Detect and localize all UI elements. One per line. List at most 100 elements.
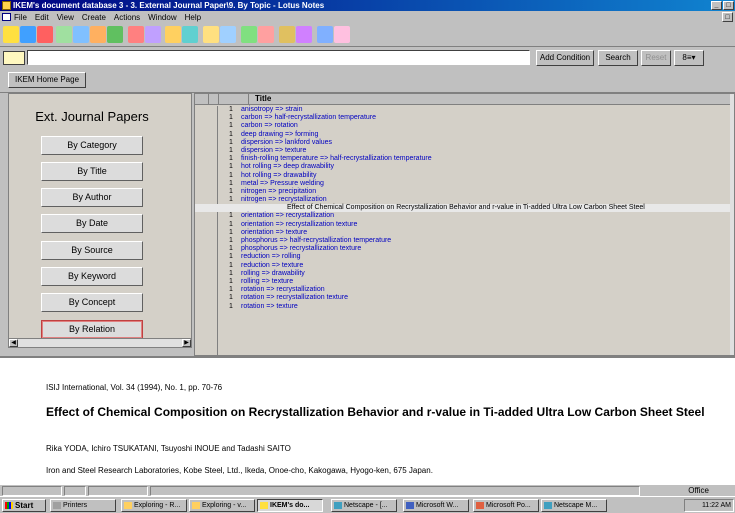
- pencil-icon[interactable]: [128, 26, 144, 43]
- row-title[interactable]: hot rolling => deep drawability: [241, 163, 334, 171]
- view-row[interactable]: 1 hot rolling => drawability: [195, 172, 734, 180]
- row-title[interactable]: reduction => rolling: [241, 253, 301, 261]
- column-title[interactable]: Title: [255, 94, 271, 104]
- navigate-icon[interactable]: [20, 26, 36, 43]
- task-exploring-r[interactable]: Exploring - R...: [121, 499, 187, 512]
- view-row[interactable]: 1 phosphorus => half-recrystallization te…: [195, 237, 734, 245]
- mdi-restore-button[interactable]: □: [722, 12, 733, 22]
- task-netscape[interactable]: Netscape - [...: [331, 499, 397, 512]
- view-row[interactable]: 1 metal => Pressure welding: [195, 180, 734, 188]
- task-netscape-mail[interactable]: Netscape M...: [541, 499, 607, 512]
- by-relation-button[interactable]: By Relation: [41, 320, 143, 339]
- row-title[interactable]: rotation => texture: [241, 303, 298, 311]
- view-vertical-scrollbar[interactable]: [730, 94, 734, 355]
- row-title[interactable]: rolling => texture: [241, 278, 293, 286]
- search-input[interactable]: [27, 50, 530, 65]
- menu-edit[interactable]: Edit: [35, 13, 49, 22]
- down-arrow-icon[interactable]: [220, 26, 236, 43]
- row-title[interactable]: phosphorus => half-recrystallization tem…: [241, 237, 391, 245]
- expand-icon[interactable]: [165, 26, 181, 43]
- scroll-left-icon[interactable]: ◀: [9, 339, 18, 347]
- menu-actions[interactable]: Actions: [114, 13, 140, 22]
- row-title[interactable]: deep drawing => forming: [241, 131, 318, 139]
- search-button[interactable]: Search: [598, 50, 638, 66]
- row-title[interactable]: dispersion => texture: [241, 147, 306, 155]
- menu-file[interactable]: File: [14, 13, 27, 22]
- chart-icon[interactable]: [317, 26, 333, 43]
- edit-icon[interactable]: [37, 26, 53, 43]
- task-microsoft-powerpoint[interactable]: Microsoft Po...: [473, 499, 539, 512]
- row-title[interactable]: rotation => recrystallization: [241, 286, 325, 294]
- row-title[interactable]: metal => Pressure welding: [241, 180, 324, 188]
- next-unread-icon[interactable]: [241, 26, 257, 43]
- by-keyword-button[interactable]: By Keyword: [41, 267, 143, 286]
- task-microsoft-word[interactable]: Microsoft W...: [403, 499, 469, 512]
- status-cell[interactable]: [2, 486, 62, 496]
- view-row[interactable]: 1 anisotropy => strain: [195, 106, 734, 114]
- row-title[interactable]: dispersion => lankford values: [241, 139, 332, 147]
- reset-button[interactable]: Reset: [641, 50, 671, 66]
- view-row[interactable]: 1 rotation => recrystallization: [195, 286, 734, 294]
- row-title[interactable]: orientation => recrystallization texture: [241, 221, 357, 229]
- refresh-icon[interactable]: [296, 26, 312, 43]
- by-date-button[interactable]: By Date: [41, 214, 143, 233]
- attach-icon[interactable]: [145, 26, 161, 43]
- search-options-button[interactable]: 8≡▾: [674, 50, 704, 66]
- row-title[interactable]: rotation => recrystallization texture: [241, 294, 348, 302]
- properties-icon[interactable]: [107, 26, 123, 43]
- view-row[interactable]: 1 rolling => drawability: [195, 270, 734, 278]
- menu-help[interactable]: Help: [185, 13, 201, 22]
- search-bar-icon[interactable]: [279, 26, 295, 43]
- status-cell[interactable]: [64, 486, 86, 496]
- row-title[interactable]: phosphorus => recrystallization texture: [241, 245, 361, 253]
- row-title[interactable]: Effect of Chemical Composition on Recrys…: [287, 204, 645, 212]
- search-glasses-icon[interactable]: [3, 51, 25, 65]
- previous-unread-icon[interactable]: [258, 26, 274, 43]
- view-row[interactable]: 1 hot rolling => deep drawability: [195, 163, 734, 171]
- view-row[interactable]: 1 orientation => recrystallization: [195, 212, 734, 220]
- row-title[interactable]: rolling => drawability: [241, 270, 305, 278]
- paste-icon[interactable]: [90, 26, 106, 43]
- row-title[interactable]: orientation => texture: [241, 229, 307, 237]
- view-row[interactable]: 1 finish-rolling temperature => half-recr…: [195, 155, 734, 163]
- row-title[interactable]: hot rolling => drawability: [241, 172, 317, 180]
- view-column-header[interactable]: Title: [195, 94, 734, 105]
- up-arrow-icon[interactable]: [203, 26, 219, 43]
- view-row[interactable]: 1 nitrogen => precipitation: [195, 188, 734, 196]
- by-source-button[interactable]: By Source: [41, 241, 143, 260]
- view-row[interactable]: 1 carbon => rotation: [195, 122, 734, 130]
- restore-button[interactable]: □: [723, 1, 734, 10]
- view-row[interactable]: 1 orientation => recrystallization textur…: [195, 221, 734, 229]
- menu-create[interactable]: Create: [82, 13, 106, 22]
- status-cell[interactable]: [88, 486, 148, 496]
- menu-view[interactable]: View: [57, 13, 74, 22]
- task-printers[interactable]: Printers: [50, 499, 116, 512]
- nav-horizontal-scrollbar[interactable]: ◀ ▶: [9, 338, 191, 347]
- by-category-button[interactable]: By Category: [41, 136, 143, 155]
- row-title[interactable]: orientation => recrystallization: [241, 212, 334, 220]
- row-title[interactable]: nitrogen => recrystallization: [241, 196, 327, 204]
- by-title-button[interactable]: By Title: [41, 162, 143, 181]
- window-titlebar[interactable]: IKEM's document database 3 - 3. External…: [0, 0, 735, 11]
- view-row[interactable]: 1 dispersion => texture: [195, 147, 734, 155]
- system-tray[interactable]: 11:22 AM: [684, 499, 734, 512]
- minimize-button[interactable]: _: [711, 1, 722, 10]
- task-ikem-notes[interactable]: IKEM's do...: [257, 499, 323, 512]
- add-condition-button[interactable]: Add Condition: [536, 50, 594, 66]
- by-concept-button[interactable]: By Concept: [41, 293, 143, 312]
- view-row[interactable]: 1 reduction => texture: [195, 262, 734, 270]
- view-row[interactable]: 1 nitrogen => recrystallization: [195, 196, 734, 204]
- view-row-category[interactable]: Effect of Chemical Composition on Recrys…: [195, 204, 734, 213]
- row-title[interactable]: anisotropy => strain: [241, 106, 302, 114]
- copy-icon[interactable]: [73, 26, 89, 43]
- view-row[interactable]: 1 phosphorus => recrystallization texture: [195, 245, 734, 253]
- scroll-right-icon[interactable]: ▶: [182, 339, 191, 347]
- location-office[interactable]: Office: [688, 485, 709, 496]
- row-title[interactable]: carbon => rotation: [241, 122, 298, 130]
- web-icon[interactable]: [334, 26, 350, 43]
- view-row[interactable]: 1 carbon => half-recrystallization temper…: [195, 114, 734, 122]
- view-row[interactable]: 1 dispersion => lankford values: [195, 139, 734, 147]
- row-title[interactable]: nitrogen => precipitation: [241, 188, 316, 196]
- menu-window[interactable]: Window: [148, 13, 176, 22]
- document-icon[interactable]: [2, 13, 11, 21]
